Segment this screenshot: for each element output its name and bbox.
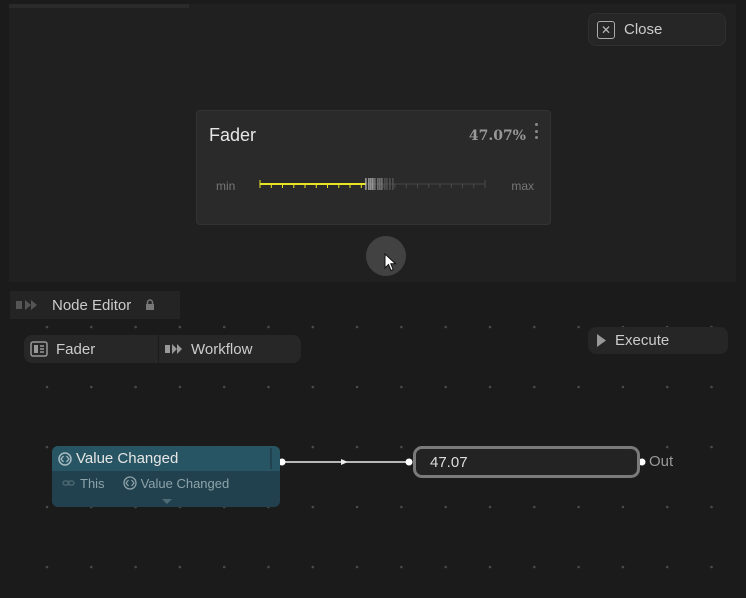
grid-dot bbox=[267, 565, 270, 569]
grid-dot bbox=[267, 325, 270, 329]
grid-dot bbox=[621, 385, 625, 389]
grid-dot bbox=[311, 445, 315, 449]
grid-dot bbox=[400, 565, 403, 569]
grid-dot bbox=[90, 325, 93, 329]
grid-dot bbox=[355, 445, 359, 449]
grid-dot bbox=[267, 385, 270, 389]
grid-dot bbox=[355, 385, 359, 389]
grid-dot bbox=[90, 565, 93, 569]
grid-dot bbox=[178, 385, 182, 389]
value-changed-event-node[interactable]: Value Changed This Value Changed bbox=[52, 446, 280, 507]
grid-dot bbox=[400, 505, 403, 509]
grid-dot bbox=[311, 325, 315, 329]
grid-dot bbox=[311, 565, 315, 569]
event-icon bbox=[58, 451, 72, 466]
grid-dot bbox=[400, 445, 403, 449]
value-display-node[interactable]: 47.07 bbox=[413, 446, 640, 478]
grid-dot bbox=[311, 505, 315, 509]
grid-dot bbox=[488, 325, 492, 329]
value-display-text: 47.07 bbox=[430, 453, 468, 471]
grid-dot bbox=[533, 565, 536, 569]
play-icon bbox=[597, 334, 606, 347]
grid-dot bbox=[134, 565, 137, 569]
grid-dot bbox=[444, 385, 448, 389]
grid-dot bbox=[621, 505, 625, 509]
grid-dot bbox=[134, 325, 137, 329]
grid-dot bbox=[222, 565, 226, 569]
tab-workflow[interactable]: Workflow bbox=[158, 335, 301, 363]
grid-dot bbox=[400, 325, 403, 329]
grid-dot bbox=[444, 505, 448, 509]
grid-dot bbox=[355, 325, 359, 329]
link-icon bbox=[62, 480, 75, 486]
grid-dot bbox=[577, 385, 580, 389]
grid-dot bbox=[488, 565, 492, 569]
grid-dot bbox=[665, 385, 669, 389]
grid-dot bbox=[444, 565, 448, 569]
grid-dot bbox=[710, 565, 713, 569]
header-divider bbox=[270, 448, 272, 469]
node-graph-canvas[interactable] bbox=[0, 0, 746, 598]
grid-dot bbox=[355, 505, 359, 509]
execute-button[interactable]: Execute bbox=[588, 327, 728, 354]
grid-dot bbox=[533, 325, 536, 329]
panel-icon bbox=[30, 341, 48, 357]
grid-dot bbox=[90, 385, 93, 389]
grid-dot bbox=[222, 325, 226, 329]
grid-dot bbox=[488, 505, 492, 509]
event-source-label: This bbox=[80, 475, 105, 491]
grid-dot bbox=[45, 325, 49, 329]
event-node-body: This Value Changed bbox=[52, 471, 280, 495]
grid-dot bbox=[45, 505, 49, 509]
tab-fader-label: Fader bbox=[56, 340, 96, 358]
grid-dot bbox=[400, 385, 403, 389]
workflow-icon bbox=[165, 344, 182, 354]
grid-dot bbox=[178, 565, 182, 569]
grid-dot bbox=[710, 445, 713, 449]
grid-dot bbox=[355, 565, 359, 569]
grid-dot bbox=[134, 385, 137, 389]
grid-dot bbox=[311, 385, 315, 389]
grid-dot bbox=[577, 325, 580, 329]
event-node-header: Value Changed bbox=[52, 446, 280, 471]
grid-dot bbox=[444, 325, 448, 329]
grid-dot bbox=[710, 505, 713, 509]
connection-arrow bbox=[341, 459, 348, 465]
grid-dot bbox=[45, 445, 49, 449]
grid-dot bbox=[665, 445, 669, 449]
grid-dot bbox=[577, 505, 580, 509]
event-type-label: Value Changed bbox=[140, 475, 230, 491]
grid-dot bbox=[45, 385, 49, 389]
grid-dot bbox=[178, 325, 182, 329]
execute-label: Execute bbox=[615, 332, 670, 349]
grid-dot bbox=[533, 505, 536, 509]
grid-dot bbox=[533, 385, 536, 389]
tab-fader[interactable]: Fader bbox=[24, 335, 158, 363]
grid-dot bbox=[665, 505, 669, 509]
grid-dot bbox=[222, 385, 226, 389]
grid-dot bbox=[665, 565, 669, 569]
grid-dot bbox=[577, 565, 580, 569]
event-icon bbox=[122, 476, 137, 490]
grid-dot bbox=[488, 385, 492, 389]
event-node-title: Value Changed bbox=[76, 450, 179, 467]
output-port-label: Out bbox=[649, 453, 674, 470]
value-input-port bbox=[405, 458, 413, 466]
grid-dot bbox=[621, 565, 625, 569]
expand-arrow-icon[interactable] bbox=[162, 499, 172, 504]
grid-dot bbox=[710, 385, 713, 389]
tab-workflow-label: Workflow bbox=[191, 340, 253, 358]
grid-dot bbox=[45, 565, 49, 569]
